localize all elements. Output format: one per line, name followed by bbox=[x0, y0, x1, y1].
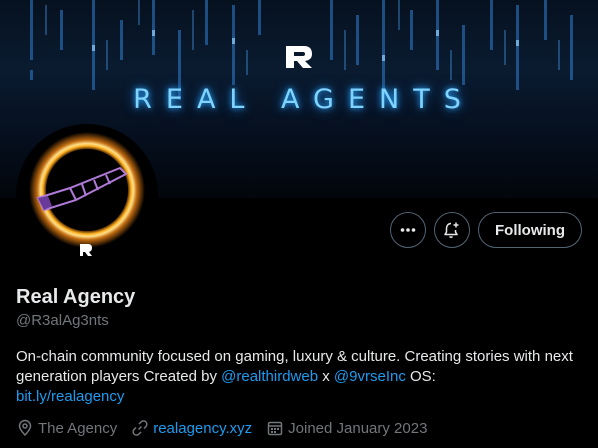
avatar-image bbox=[20, 128, 154, 262]
banner-title: REAL AGENTS bbox=[133, 84, 475, 115]
mention-link[interactable]: @realthirdweb bbox=[221, 368, 318, 385]
join-date: Joined January 2023 bbox=[266, 419, 427, 437]
website: realagency.xyz bbox=[131, 419, 252, 437]
bell-plus-icon bbox=[444, 222, 459, 238]
profile-meta: The Agency realagency.xyz Joined January… bbox=[16, 419, 441, 437]
user-handle: @R3alAg3nts bbox=[16, 312, 109, 329]
link-icon bbox=[132, 420, 148, 436]
eclipse-logo-icon bbox=[20, 128, 154, 262]
bio-url-link[interactable]: bit.ly/realagency bbox=[16, 388, 124, 405]
more-button[interactable] bbox=[390, 212, 427, 248]
joined-text: Joined January 2023 bbox=[288, 419, 428, 437]
profile-actions: Following bbox=[390, 212, 582, 248]
bio-text: x bbox=[318, 368, 334, 385]
avatar[interactable] bbox=[16, 124, 158, 266]
location-text: The Agency bbox=[38, 419, 118, 437]
calendar-icon bbox=[267, 421, 283, 436]
more-icon bbox=[400, 228, 416, 232]
banner-logo-icon bbox=[286, 46, 312, 68]
website-link[interactable]: realagency.xyz bbox=[153, 420, 252, 437]
profile-bio: On-chain community focused on gaming, lu… bbox=[16, 347, 582, 407]
location-pin-icon bbox=[18, 419, 32, 437]
following-button[interactable]: Following bbox=[478, 212, 582, 248]
location: The Agency bbox=[16, 419, 117, 437]
bio-text: OS: bbox=[405, 368, 436, 385]
notify-button[interactable] bbox=[434, 212, 471, 248]
mention-link[interactable]: @9vrseInc bbox=[334, 368, 406, 385]
display-name: Real Agency bbox=[16, 286, 136, 308]
